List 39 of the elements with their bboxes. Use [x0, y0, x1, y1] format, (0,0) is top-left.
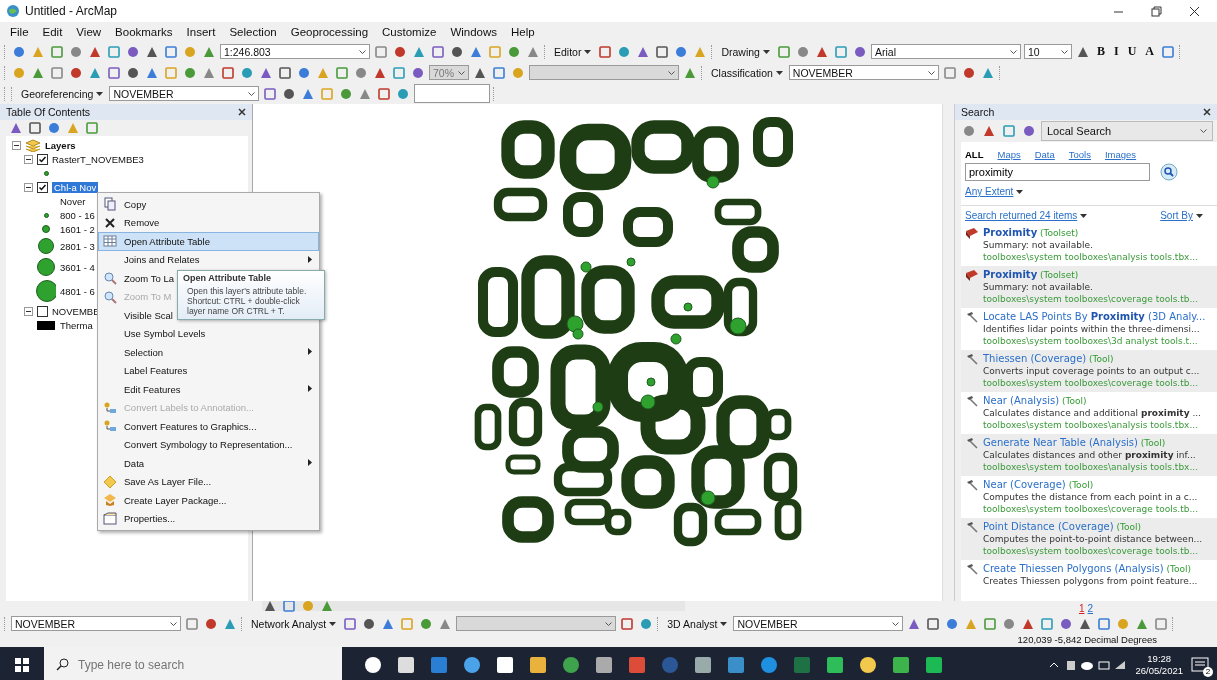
result-summary: Summary: not available. — [983, 281, 1094, 293]
legend-heading: Nover — [60, 195, 86, 207]
result-path: toolboxes\system toolboxes\coverage tools.tb... — [983, 545, 1200, 557]
result-path: toolboxes\system toolboxes\coverage tools.tb... — [983, 503, 1199, 515]
result-type: (Tool) — [1140, 438, 1166, 448]
legend-label: 1601 - 2 — [60, 223, 95, 235]
window-title: Untitled - ArcMap — [25, 4, 118, 18]
tooltip-text: Open this layer's attribute table. Shortcut: CTRL + double-click layer name OR CTRL + T. — [186, 286, 308, 316]
result-path: toolboxes\system toolboxes\analysis tools.tbx... — [983, 461, 1199, 473]
result-type: (Tool) — [1116, 522, 1141, 532]
result-path: toolboxes\system toolboxes\analysis tools.tbx... — [983, 419, 1200, 431]
result-type: (Toolset) — [1040, 270, 1079, 280]
result-summary: Computes the point-to-point distance between... — [983, 533, 1203, 545]
result-path: toolboxes\system toolboxes\analysis tools.tbx... — [983, 251, 1199, 263]
result-summary: Summary: not available. — [983, 239, 1094, 251]
result-type: (Tool) — [1061, 396, 1087, 406]
result-type: (Tool) — [1166, 564, 1191, 574]
legend-label: Therma — [60, 319, 93, 331]
result-type: (Toolset) — [1040, 228, 1079, 238]
coordinates-readout: 120,039 -5,842 Decimal Degrees — [1017, 634, 1157, 647]
result-type: (Tool) — [1089, 354, 1114, 364]
result-path: toolboxes\system toolboxes\coverage tools.tb... — [983, 293, 1199, 305]
panel-title: Table Of Contents — [6, 106, 91, 118]
result-path: toolboxes\system toolboxes\3d analyst tools.t... — [983, 335, 1199, 347]
legend-label: 3601 - 4 — [60, 261, 95, 273]
notification-count: 2 — [1203, 666, 1213, 677]
result-summary: Calculates distance and additional proximity ... — [983, 407, 1201, 419]
result-path: toolboxes\system toolboxes\coverage tools.tb... — [983, 377, 1200, 389]
panel-title: Search — [961, 106, 995, 118]
result-summary: Computes the distance from each point in a c... — [983, 491, 1199, 503]
legend-label: 800 - 16 — [60, 209, 95, 221]
result-type: (Tool) — [1068, 480, 1094, 490]
legend-label: 4801 - 6 — [60, 285, 95, 297]
tooltip-title: Open Attribute Table — [183, 273, 272, 283]
result-summary: Identifies lidar points within the three-dimensi... — [983, 323, 1201, 335]
result-summary: Calculates distances and other proximity inf... — [983, 449, 1197, 461]
result-summary: Converts input coverage points to an output c... — [983, 365, 1200, 377]
legend-label: 2801 - 3 — [60, 240, 95, 252]
result-summary: Creates Thiessen polygons from point feature... — [983, 575, 1198, 587]
